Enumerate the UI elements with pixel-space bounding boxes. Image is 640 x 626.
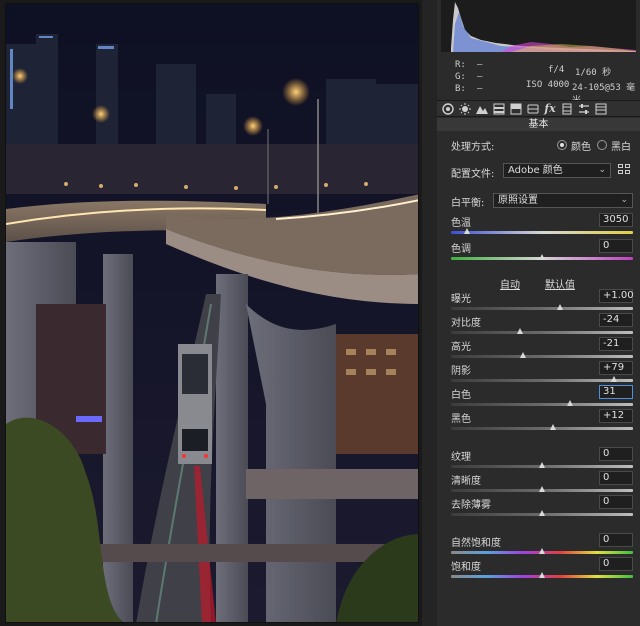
chevron-down-icon: ⌄ xyxy=(598,165,606,175)
slider-thumb-exposure[interactable] xyxy=(557,304,564,310)
slider-value-shadows[interactable]: +79 xyxy=(599,361,633,375)
slider-label-vibrance: 自然饱和度 xyxy=(451,538,501,549)
slider-track-contrast[interactable] xyxy=(451,331,633,334)
panel-tabs: fx xyxy=(437,100,640,117)
histogram-graph xyxy=(441,0,636,52)
slider-label-temp: 色温 xyxy=(451,218,471,229)
iso-readout: ISO 4000 xyxy=(526,80,570,90)
slider-value-contrast[interactable]: -24 xyxy=(599,313,633,327)
histogram xyxy=(441,0,636,52)
slider-label-whites: 白色 xyxy=(451,390,471,401)
slider-track-highlights[interactable] xyxy=(451,355,633,358)
r-value: — xyxy=(477,60,483,70)
profile-browser-grid-icon[interactable] xyxy=(618,164,632,176)
split-icon[interactable] xyxy=(510,103,522,115)
slider-label-highlights: 高光 xyxy=(451,342,471,353)
slider-thumb-blacks[interactable] xyxy=(549,424,556,430)
r-label: R: xyxy=(455,60,466,70)
default-link[interactable]: 默认值 xyxy=(545,276,575,291)
profile-select-value: Adobe 颜色 xyxy=(508,165,563,176)
slider-thumb-contrast[interactable] xyxy=(517,328,524,334)
slider-value-saturation[interactable]: 0 xyxy=(599,557,633,571)
slider-label-tint: 色调 xyxy=(451,244,471,255)
slider-label-dehaze: 去除薄雾 xyxy=(451,500,491,511)
slider-label-contrast: 对比度 xyxy=(451,318,481,329)
treatment-label: 处理方式: xyxy=(451,142,495,153)
fx-icon[interactable]: fx xyxy=(544,103,556,115)
slider-icon[interactable] xyxy=(578,103,590,115)
treatment-color-radio[interactable] xyxy=(557,140,567,150)
slider-label-blacks: 黑色 xyxy=(451,414,471,425)
camera-raw-window: R: — G: — B: — f/4 1/60 秒 ISO 4000 24-10… xyxy=(0,0,640,626)
adjustment-panel: R: — G: — B: — f/4 1/60 秒 ISO 4000 24-10… xyxy=(437,0,640,626)
slider-track-exposure[interactable] xyxy=(451,307,633,310)
slider-thumb-clarity[interactable] xyxy=(539,486,545,492)
g-label: G: xyxy=(455,72,466,82)
sun-icon[interactable] xyxy=(459,103,471,115)
slider-thumb-texture[interactable] xyxy=(539,462,545,468)
presets-icon[interactable] xyxy=(595,103,607,115)
white-balance-select-value: 原照设置 xyxy=(498,195,538,206)
slider-label-exposure: 曝光 xyxy=(451,294,471,305)
white-balance-select[interactable]: 原照设置 ⌄ xyxy=(493,193,633,208)
slider-thumb-dehaze[interactable] xyxy=(539,510,545,516)
slider-value-exposure[interactable]: +1.00 xyxy=(599,289,634,303)
white-balance-label: 白平衡: xyxy=(451,198,485,209)
slider-value-blacks[interactable]: +12 xyxy=(599,409,633,423)
slider-thumb-whites[interactable] xyxy=(567,400,574,406)
slider-thumb-saturation[interactable] xyxy=(539,572,545,578)
photo-preview-area xyxy=(0,0,422,626)
slider-track-shadows[interactable] xyxy=(451,379,633,382)
slider-thumb-shadows[interactable] xyxy=(610,376,617,382)
lens-icon[interactable] xyxy=(527,103,539,115)
camera-icon[interactable] xyxy=(561,103,573,115)
treatment-bw-radio[interactable] xyxy=(597,140,607,150)
auto-link[interactable]: 自动 xyxy=(500,276,520,291)
slider-thumb-temp[interactable] xyxy=(464,228,471,234)
slider-thumb-highlights[interactable] xyxy=(519,352,526,358)
section-title: 基本 xyxy=(437,118,640,131)
slider-value-tint[interactable]: 0 xyxy=(599,239,633,253)
slider-value-highlights[interactable]: -21 xyxy=(599,337,633,351)
slider-label-shadows: 阴影 xyxy=(451,366,471,377)
image-info: R: — G: — B: — f/4 1/60 秒 ISO 4000 24-10… xyxy=(437,54,640,106)
slider-track-blacks[interactable] xyxy=(451,427,633,430)
b-label: B: xyxy=(455,84,466,94)
slider-value-whites[interactable]: 31 xyxy=(599,385,633,399)
slider-track-temp[interactable] xyxy=(451,231,633,234)
aperture-icon[interactable] xyxy=(442,103,454,115)
aperture-readout: f/4 xyxy=(548,65,565,75)
stripes-icon[interactable] xyxy=(493,103,505,115)
profile-select[interactable]: Adobe 颜色 ⌄ xyxy=(503,163,611,178)
b-value: — xyxy=(477,84,483,94)
shutter-readout: 1/60 秒 xyxy=(575,68,612,78)
slider-label-saturation: 饱和度 xyxy=(451,562,481,573)
photo-canvas[interactable] xyxy=(5,3,419,623)
slider-value-temp[interactable]: 3050 xyxy=(599,213,633,227)
slider-value-dehaze[interactable]: 0 xyxy=(599,495,633,509)
treatment-color-label[interactable]: 颜色 xyxy=(571,138,591,153)
slider-thumb-vibrance[interactable] xyxy=(539,548,545,554)
profile-label: 配置文件: xyxy=(451,169,495,180)
slider-thumb-tint[interactable] xyxy=(539,254,545,260)
chevron-down-icon: ⌄ xyxy=(620,195,628,205)
treatment-bw-label[interactable]: 黑白 xyxy=(611,138,631,153)
slider-value-clarity[interactable]: 0 xyxy=(599,471,633,485)
slider-value-vibrance[interactable]: 0 xyxy=(599,533,633,547)
slider-value-texture[interactable]: 0 xyxy=(599,447,633,461)
slider-label-clarity: 清晰度 xyxy=(451,476,481,487)
g-value: — xyxy=(477,72,483,82)
slider-track-whites[interactable] xyxy=(451,403,633,406)
slider-label-texture: 纹理 xyxy=(451,452,471,463)
mountains-icon[interactable] xyxy=(476,103,488,115)
night-viaduct-photo xyxy=(6,4,418,622)
